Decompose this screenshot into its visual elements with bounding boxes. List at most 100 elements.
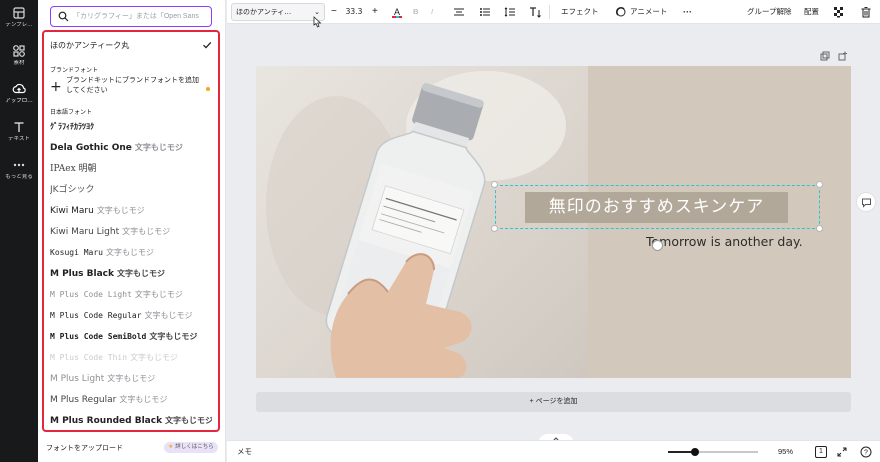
font-item-name: Kiwi Maru: [50, 206, 94, 216]
section-label-brand: ブランドフォント: [50, 68, 99, 74]
font-family-value: ほのかアンティ…: [236, 8, 292, 16]
rail-label: テンプレ…: [5, 22, 33, 28]
font-item[interactable]: M Plus Code Thin 文字もじモジ: [50, 350, 212, 366]
effects-button[interactable]: エフェクト: [561, 0, 599, 24]
font-item-sample: 文字もじモジ: [107, 374, 156, 383]
font-item-sample: 文字もじモジ: [149, 332, 198, 341]
font-item-name: ｸﾞﾗﾌｨﾁｶﾗﾂﾖｸ: [50, 122, 94, 131]
font-item[interactable]: M Plus Light 文字もじモジ: [50, 371, 212, 387]
font-item-name: M Plus Light: [50, 374, 105, 384]
font-item[interactable]: M Plus Code Regular 文字もじモジ: [50, 308, 212, 324]
resize-handle[interactable]: [816, 181, 823, 188]
elements-icon: [13, 45, 25, 57]
font-item-name: M Plus Regular: [50, 395, 117, 405]
font-item-name: M Plus Code SemiBold: [50, 332, 147, 341]
zoom-slider[interactable]: [668, 448, 758, 456]
font-item-sample: 文字もじモジ: [134, 143, 183, 152]
add-brand-font-button[interactable]: + ブランドキットにブランドフォントを追加してください: [50, 74, 210, 100]
heading-text[interactable]: 無印のおすすめスキンケア: [525, 192, 788, 223]
font-item[interactable]: M Plus Black 文字もじモジ: [50, 266, 212, 282]
font-size-decrease-button[interactable]: −: [331, 0, 337, 24]
font-search[interactable]: [50, 6, 212, 27]
more-options-icon[interactable]: ···: [683, 0, 692, 24]
font-panel: ほのかアンティーク丸 ブランドフォント + ブランドキットにブランドフォントを追…: [38, 0, 226, 462]
font-item[interactable]: M Plus Code Light 文字もじモジ: [50, 287, 212, 303]
vertical-text-icon[interactable]: [529, 6, 541, 18]
font-item[interactable]: JKゴシック: [50, 182, 212, 198]
zoom-slider-thumb[interactable]: [691, 448, 699, 456]
duplicate-page-icon[interactable]: [820, 51, 830, 61]
animate-icon: [615, 6, 626, 17]
comment-icon: [862, 198, 871, 208]
font-item-name: M Plus Code Light: [50, 290, 132, 299]
list-icon[interactable]: [479, 6, 491, 18]
position-button[interactable]: 配置: [804, 0, 819, 24]
font-family-dropdown[interactable]: ほのかアンティ… ⌄: [231, 3, 325, 21]
font-item-selected[interactable]: ほのかアンティーク丸: [50, 38, 212, 54]
spacing-icon[interactable]: [504, 6, 516, 18]
learn-more-pill[interactable]: ★ 詳しくはこちら: [164, 442, 218, 453]
bottom-bar: メモ 95% 1 ?: [227, 440, 880, 462]
page-count[interactable]: 1: [815, 446, 827, 458]
rail-item-text[interactable]: テキスト: [0, 120, 38, 143]
font-search-input[interactable]: [73, 9, 207, 23]
rail-item-templates[interactable]: テンプレ…: [0, 6, 38, 29]
text-color-icon[interactable]: A: [391, 6, 403, 18]
comment-button[interactable]: [856, 192, 876, 212]
font-item[interactable]: Kiwi Maru Light 文字もじモジ: [50, 224, 212, 240]
top-toolbar: ほのかアンティ… ⌄ − 33.3 + A B I エフェクト アニメート ··…: [227, 0, 880, 24]
transparency-icon[interactable]: [833, 6, 845, 18]
section-label-japanese: 日本語フォント: [50, 110, 93, 116]
search-icon: [58, 11, 69, 22]
align-center-icon[interactable]: [453, 6, 465, 18]
svg-text:A: A: [394, 7, 400, 17]
add-page-icon[interactable]: [838, 51, 848, 61]
trash-icon[interactable]: [860, 6, 872, 18]
notes-button[interactable]: メモ: [237, 441, 252, 462]
zoom-level[interactable]: 95%: [778, 441, 793, 462]
check-icon: [203, 41, 212, 49]
font-item[interactable]: ｸﾞﾗﾌｨﾁｶﾗﾂﾖｸ: [50, 119, 212, 135]
resize-handle[interactable]: [816, 225, 823, 232]
rail-label: 素材: [13, 60, 25, 66]
animate-button[interactable]: アニメート: [630, 0, 667, 24]
cursor-icon: [313, 16, 322, 28]
font-item-sample: 文字もじモジ: [117, 269, 166, 278]
font-size-increase-button[interactable]: +: [372, 0, 378, 24]
fullscreen-icon[interactable]: [836, 446, 848, 458]
italic-button[interactable]: I: [431, 0, 433, 24]
plus-icon: +: [50, 79, 62, 95]
font-item[interactable]: M Plus Code SemiBold 文字もじモジ: [50, 329, 212, 345]
font-item-name: ほのかアンティーク丸: [50, 41, 130, 50]
font-item[interactable]: Dela Gothic One 文字もじモジ: [50, 140, 212, 156]
rail-item-uploads[interactable]: アップロ…: [0, 82, 38, 105]
rail-item-more[interactable]: もっと見る: [0, 158, 38, 181]
font-item[interactable]: IPAex 明朝: [50, 161, 212, 177]
ungroup-button[interactable]: グループ解除: [747, 0, 792, 24]
font-item-sample: 文字もじモジ: [105, 248, 154, 257]
help-icon[interactable]: ?: [860, 446, 872, 458]
rotate-handle-icon[interactable]: [652, 240, 663, 251]
crown-icon: ★: [168, 444, 174, 450]
toolbar-divider: [549, 5, 550, 19]
upload-font-button[interactable]: フォントをアップロード: [46, 443, 123, 453]
resize-handle[interactable]: [491, 225, 498, 232]
font-item-name: M Plus Rounded Black: [50, 416, 163, 426]
add-page-button[interactable]: + ページを追加: [256, 392, 851, 412]
rail-label: アップロ…: [5, 98, 33, 104]
font-item-sample: 文字もじモジ: [130, 353, 179, 362]
subtitle-text[interactable]: Tomorrow is another day.: [646, 234, 803, 249]
font-item-sample: 文字もじモジ: [119, 395, 168, 404]
font-size-input[interactable]: 33.3: [340, 3, 368, 21]
font-list[interactable]: ほのかアンティーク丸 ブランドフォント + ブランドキットにブランドフォントを追…: [42, 30, 220, 432]
font-item-name: Kiwi Maru Light: [50, 227, 120, 237]
bold-button[interactable]: B: [413, 0, 418, 24]
resize-handle[interactable]: [491, 181, 498, 188]
font-item[interactable]: Kiwi Maru 文字もじモジ: [50, 203, 212, 219]
font-item[interactable]: M Plus Rounded Black 文字もじモジ: [50, 413, 212, 429]
font-item-sample: 文字もじモジ: [165, 416, 212, 425]
font-item-name: M Plus Code Thin: [50, 353, 128, 362]
font-item[interactable]: Kosugi Maru 文字もじモジ: [50, 245, 212, 261]
font-item[interactable]: M Plus Regular 文字もじモジ: [50, 392, 212, 408]
rail-item-elements[interactable]: 素材: [0, 44, 38, 67]
